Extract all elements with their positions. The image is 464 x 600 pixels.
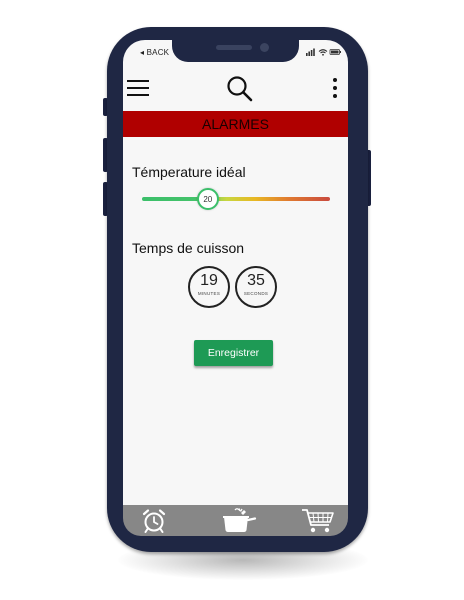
save-button[interactable]: Enregistrer: [194, 340, 273, 366]
search-icon[interactable]: [226, 75, 254, 103]
seconds-value: 35: [247, 272, 265, 289]
temperature-label: Témperature idéal: [132, 164, 246, 180]
cooking-pot-icon: [223, 507, 257, 532]
alarms-title: ALARMES: [202, 116, 269, 132]
seconds-dial[interactable]: 35 SECONDS: [235, 266, 277, 308]
nav-item-cooking[interactable]: [216, 505, 260, 536]
seconds-unit: SECONDS: [243, 291, 269, 296]
nav-item-cart[interactable]: [298, 505, 338, 536]
minutes-unit: MINUTES: [197, 291, 221, 296]
battery-icon: [329, 49, 341, 55]
temperature-value: 20: [203, 194, 213, 204]
status-back-link[interactable]: ◂ BACK: [140, 48, 169, 57]
phone-notch: [172, 38, 299, 62]
minutes-value: 19: [200, 272, 218, 289]
nav-item-alarm[interactable]: [133, 505, 175, 536]
stage: ◂ BACK ALARMES Témperature idéal 20 Temp…: [0, 0, 464, 600]
wifi-icon: [318, 49, 328, 56]
shopping-cart-icon: [302, 508, 334, 532]
hamburger-menu-icon[interactable]: [127, 79, 150, 97]
phone-camera: [260, 43, 269, 52]
cooking-time-label: Temps de cuisson: [132, 240, 245, 256]
alarm-clock-icon: [142, 508, 166, 533]
temperature-slider-track[interactable]: [142, 197, 330, 201]
phone-speaker: [216, 45, 252, 50]
minutes-dial[interactable]: 19 MINUTES: [188, 266, 230, 308]
signal-icon: [306, 48, 315, 56]
temperature-slider-knob[interactable]: 20: [196, 188, 219, 210]
alarms-banner: ALARMES: [123, 111, 348, 137]
kebab-menu-icon[interactable]: [331, 77, 339, 99]
status-icons: [306, 48, 341, 56]
